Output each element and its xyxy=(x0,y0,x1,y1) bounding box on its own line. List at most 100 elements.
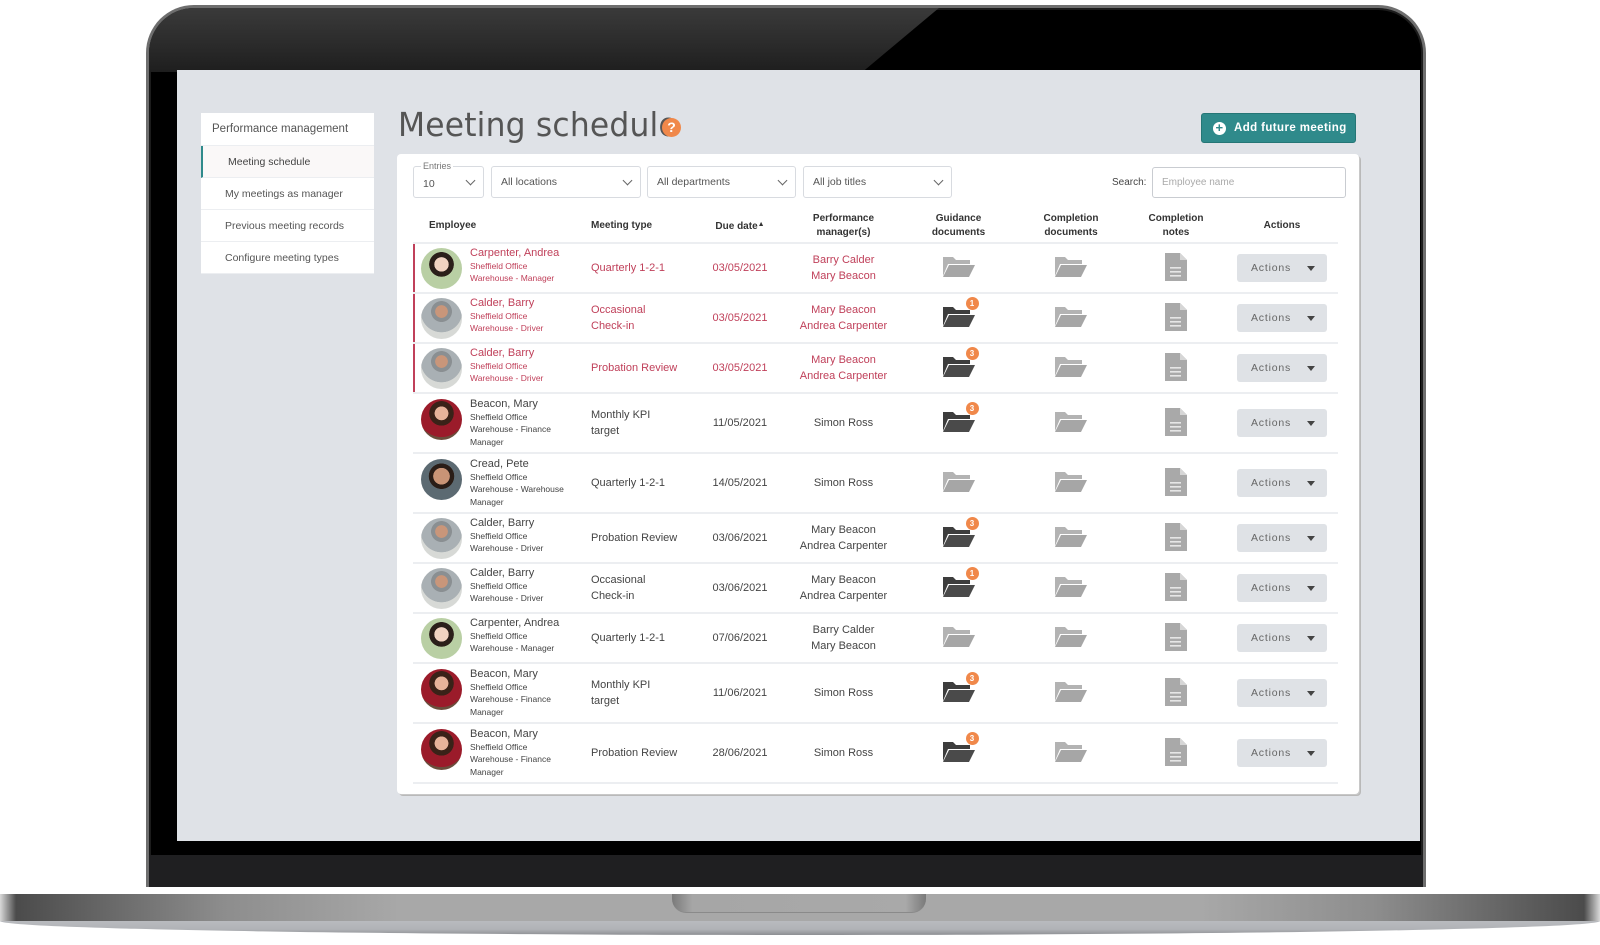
employee-name[interactable]: Carpenter, Andrea xyxy=(470,617,559,630)
job-title-value: All job titles xyxy=(813,176,867,188)
employee-name[interactable]: Calder, Barry xyxy=(470,297,543,310)
sidebar-item-configure-meeting-types[interactable]: Configure meeting types xyxy=(201,242,374,274)
completion-notes-cell xyxy=(1126,563,1226,614)
table-row[interactable]: Calder, Barry Sheffield Office Warehouse -… xyxy=(413,513,1338,564)
folder-empty-icon[interactable] xyxy=(1054,740,1088,764)
folder-empty-icon[interactable] xyxy=(942,470,976,494)
employee[interactable]: Beacon, Mary Sheffield Office Warehouse - … xyxy=(413,666,589,720)
help-icon[interactable]: ? xyxy=(662,118,681,137)
actions-dropdown-button[interactable]: Actions xyxy=(1237,304,1327,332)
employee[interactable]: Beacon, Mary Sheffield Office Warehouse - … xyxy=(413,726,589,780)
meeting-type-cell: Quarterly 1-2-1 xyxy=(589,613,694,664)
table-row[interactable]: Calder, Barry Sheffield Office Warehouse -… xyxy=(413,563,1338,614)
sidebar-item-my-meetings-as-manager[interactable]: My meetings as manager xyxy=(201,178,374,210)
folder-open-icon[interactable]: 3 xyxy=(942,346,979,379)
table-row[interactable]: Calder, Barry Sheffield Office Warehouse -… xyxy=(413,293,1338,344)
meeting-type: Probation Review xyxy=(591,747,678,759)
employee[interactable]: Calder, Barry Sheffield Office Warehouse -… xyxy=(413,565,589,611)
actions-dropdown-button[interactable]: Actions xyxy=(1237,739,1327,767)
employee-name[interactable]: Beacon, Mary xyxy=(470,668,551,681)
folder-empty-icon[interactable] xyxy=(1054,355,1088,379)
employee-name[interactable]: Beacon, Mary xyxy=(470,728,551,741)
avatar xyxy=(421,399,462,440)
sidebar-item-previous-meeting-records[interactable]: Previous meeting records xyxy=(201,210,374,242)
sort-ascending-icon[interactable]: ▲ xyxy=(758,221,765,228)
employee[interactable]: Calder, Barry Sheffield Office Warehouse -… xyxy=(413,345,589,391)
folder-empty-icon[interactable] xyxy=(1054,410,1088,434)
employee[interactable]: Calder, Barry Sheffield Office Warehouse -… xyxy=(413,515,589,561)
folder-open-icon[interactable]: 3 xyxy=(942,401,979,434)
folder-empty-icon[interactable] xyxy=(1054,305,1088,329)
meeting-schedule-card: Entries 10 All locations All departments… xyxy=(397,154,1359,794)
folder-empty-icon[interactable] xyxy=(1054,470,1088,494)
document-icon[interactable] xyxy=(1165,622,1187,654)
caret-down-icon xyxy=(1307,265,1315,271)
employee[interactable]: Beacon, Mary Sheffield Office Warehouse - … xyxy=(413,396,589,450)
actions-dropdown-button[interactable]: Actions xyxy=(1237,409,1327,437)
performance-managers-cell: Mary Beacon Andrea Carpenter xyxy=(786,563,901,614)
table-row[interactable]: Carpenter, Andrea Sheffield Office Warehou… xyxy=(413,613,1338,664)
folder-empty-icon[interactable] xyxy=(1054,255,1088,279)
sidebar-item-meeting-schedule[interactable]: Meeting schedule xyxy=(201,146,374,178)
employee[interactable]: Carpenter, Andrea Sheffield Office Warehou… xyxy=(413,615,589,661)
actions-dropdown-button[interactable]: Actions xyxy=(1237,354,1327,382)
employee[interactable]: Cread, Pete Sheffield Office Warehouse - W… xyxy=(413,456,589,510)
folder-open-icon[interactable]: 3 xyxy=(942,671,979,704)
folder-empty-icon[interactable] xyxy=(1054,625,1088,649)
meeting-type: target xyxy=(591,695,620,707)
search-input[interactable] xyxy=(1152,167,1346,198)
employee-cell: Beacon, Mary Sheffield Office Warehouse - … xyxy=(413,663,589,724)
employee-name[interactable]: Cread, Pete xyxy=(470,458,564,471)
document-icon[interactable] xyxy=(1165,407,1187,439)
employee[interactable]: Carpenter, Andrea Sheffield Office Warehou… xyxy=(413,245,589,291)
document-icon[interactable] xyxy=(1165,302,1187,334)
actions-dropdown-button[interactable]: Actions xyxy=(1237,469,1327,497)
document-icon[interactable] xyxy=(1165,737,1187,769)
job-title-select[interactable]: All job titles xyxy=(803,166,952,198)
document-icon[interactable] xyxy=(1165,352,1187,384)
folder-open-icon[interactable]: 3 xyxy=(942,731,979,764)
location-select[interactable]: All locations xyxy=(491,166,641,198)
table-row[interactable]: Carpenter, Andrea Sheffield Office Warehou… xyxy=(413,243,1338,294)
folder-open-icon[interactable]: 1 xyxy=(942,296,979,329)
table-row[interactable]: Cread, Pete Sheffield Office Warehouse - W… xyxy=(413,453,1338,514)
document-icon[interactable] xyxy=(1165,252,1187,284)
actions-dropdown-button[interactable]: Actions xyxy=(1237,679,1327,707)
folder-empty-icon[interactable] xyxy=(1054,525,1088,549)
actions-dropdown-button[interactable]: Actions xyxy=(1237,574,1327,602)
table-row[interactable]: Calder, Barry Sheffield Office Warehouse -… xyxy=(413,343,1338,394)
add-future-meeting-button[interactable]: + Add future meeting xyxy=(1201,113,1356,143)
employee-name[interactable]: Calder, Barry xyxy=(470,347,543,360)
column-header-label: Meeting type xyxy=(591,220,653,231)
table-row[interactable]: Beacon, Mary Sheffield Office Warehouse - … xyxy=(413,723,1338,784)
table-row[interactable]: Beacon, Mary Sheffield Office Warehouse - … xyxy=(413,663,1338,724)
employee-office: Sheffield Office xyxy=(470,360,528,371)
document-icon[interactable] xyxy=(1165,677,1187,709)
department-select[interactable]: All departments xyxy=(647,166,796,198)
employee-name[interactable]: Calder, Barry xyxy=(470,517,543,530)
actions-dropdown-button[interactable]: Actions xyxy=(1237,254,1327,282)
table-row[interactable]: Beacon, Mary Sheffield Office Warehouse - … xyxy=(413,393,1338,454)
employee-name[interactable]: Calder, Barry xyxy=(470,567,543,580)
folder-empty-icon[interactable] xyxy=(1054,575,1088,599)
actions-dropdown-button[interactable]: Actions xyxy=(1237,624,1327,652)
folder-open-icon[interactable]: 3 xyxy=(942,516,979,549)
document-icon[interactable] xyxy=(1165,467,1187,499)
folder-empty-icon[interactable] xyxy=(942,255,976,279)
completion-notes-cell xyxy=(1126,343,1226,394)
document-icon[interactable] xyxy=(1165,522,1187,554)
entries-select[interactable]: Entries 10 xyxy=(413,160,484,198)
folder-empty-icon[interactable] xyxy=(1054,680,1088,704)
document-icon[interactable] xyxy=(1165,572,1187,604)
employee-name[interactable]: Carpenter, Andrea xyxy=(470,247,559,260)
folder-open-icon[interactable]: 1 xyxy=(942,566,979,599)
column-header-due-date[interactable]: Due date▲ xyxy=(694,210,786,244)
guidance-documents-cell: 1 xyxy=(901,563,1016,614)
employee[interactable]: Calder, Barry Sheffield Office Warehouse -… xyxy=(413,295,589,341)
folder-empty-icon[interactable] xyxy=(942,625,976,649)
avatar xyxy=(421,568,462,609)
column-header-label: Completion xyxy=(1148,213,1204,224)
employee-name[interactable]: Beacon, Mary xyxy=(470,398,551,411)
actions-dropdown-button[interactable]: Actions xyxy=(1237,524,1327,552)
actions-label: Actions xyxy=(1251,632,1292,644)
